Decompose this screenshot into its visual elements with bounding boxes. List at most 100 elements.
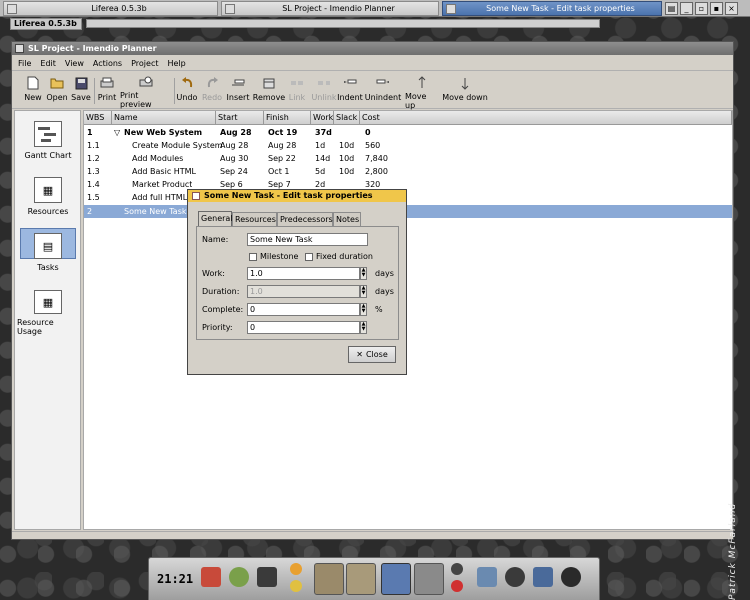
cell-finish: Sep 22: [268, 154, 296, 163]
printer-icon: [100, 76, 114, 90]
menu-project[interactable]: Project: [131, 59, 158, 68]
close-button[interactable]: ✕ Close: [348, 346, 396, 363]
undo-button[interactable]: Undo: [176, 76, 198, 108]
menu-file[interactable]: File: [18, 59, 31, 68]
column-header-slack[interactable]: Slack: [334, 111, 360, 125]
minimize-icon[interactable]: _: [680, 2, 693, 15]
priority-input[interactable]: 0: [247, 321, 360, 334]
fixed-duration-checkbox[interactable]: [305, 253, 313, 261]
complete-unit: %: [375, 305, 383, 314]
menu-view[interactable]: View: [65, 59, 84, 68]
menu-help[interactable]: Help: [167, 59, 185, 68]
drive-icon[interactable]: [257, 567, 277, 587]
table-row[interactable]: 1.2 Add Modules Aug 30 Sep 22 14d 10d 7,…: [84, 152, 732, 165]
cell-work: 5d: [315, 167, 326, 176]
tab-resources[interactable]: Resources: [232, 212, 277, 226]
workspace-1-icon[interactable]: [314, 563, 344, 595]
column-header-finish[interactable]: Finish: [264, 111, 311, 125]
workspace-3-icon[interactable]: [381, 563, 411, 595]
unlink-button[interactable]: Unlink: [311, 76, 337, 108]
work-spinner[interactable]: ▲ ▼: [360, 267, 367, 280]
insert-button[interactable]: Insert: [226, 76, 250, 108]
cell-finish: Oct 19: [268, 128, 298, 137]
move-up-button[interactable]: Move up: [405, 76, 439, 110]
work-unit: days: [375, 269, 394, 278]
helmet-icon[interactable]: [505, 567, 525, 587]
cell-wbs: 1: [87, 128, 93, 137]
column-header-cost[interactable]: Cost: [360, 111, 732, 125]
monitor-icon[interactable]: [477, 567, 497, 587]
undo-label: Undo: [176, 93, 198, 102]
table-row[interactable]: 2 Some New Task: [84, 205, 732, 218]
new-button[interactable]: New: [22, 76, 44, 108]
workspace-2-icon[interactable]: [346, 563, 376, 595]
work-input[interactable]: 1.0: [247, 267, 360, 280]
close-icon[interactable]: ×: [725, 2, 738, 15]
expander-icon[interactable]: ▽: [114, 126, 120, 139]
print-preview-button[interactable]: Print preview: [120, 76, 172, 109]
complete-spinner[interactable]: ▲ ▼: [360, 303, 367, 316]
resource-usage-icon: ▦: [34, 290, 62, 314]
print-label: Print: [97, 93, 117, 102]
sidebar-item-resources[interactable]: ▦ Resources: [17, 173, 79, 223]
stop-icon[interactable]: [451, 580, 463, 592]
unindent-button[interactable]: Unindent: [365, 76, 401, 108]
print-button[interactable]: Print: [97, 76, 117, 108]
cell-name: New Web System: [124, 128, 203, 137]
column-header-start[interactable]: Start: [216, 111, 264, 125]
milestone-checkbox[interactable]: [249, 253, 257, 261]
iconify-icon[interactable]: ▪: [710, 2, 723, 15]
table-row[interactable]: 1.5 Add full HTML s 000: [84, 191, 732, 204]
maximize-icon[interactable]: ▫: [695, 2, 708, 15]
liferea-window-bar[interactable]: Liferea 0.5.3b: [10, 18, 82, 30]
column-header-wbs[interactable]: WBS: [84, 111, 112, 125]
app-icon: [7, 3, 17, 14]
shade-icon[interactable]: ▤: [665, 2, 678, 15]
window-titlebar[interactable]: SL Project - Imendio Planner: [12, 42, 733, 55]
indent-button[interactable]: Indent: [337, 76, 363, 108]
clock: 21:21: [157, 572, 194, 586]
tab-general[interactable]: General: [198, 211, 233, 226]
view-sidebar: Gantt Chart ▦ Resources ▤ Tasks ▦ Resour…: [14, 110, 81, 530]
task-button-liferea[interactable]: Liferea 0.5.3b: [3, 1, 218, 16]
pin-icon[interactable]: [451, 563, 463, 575]
remove-button[interactable]: Remove: [253, 76, 285, 108]
sidebar-item-tasks[interactable]: ▤ Tasks: [17, 228, 79, 279]
dialog-titlebar[interactable]: Some New Task - Edit task properties: [188, 190, 406, 202]
table-row[interactable]: 1.4 Market Product Sep 6 Sep 7 2d 320: [84, 178, 732, 191]
duration-input[interactable]: 1.0: [247, 285, 360, 298]
network-icon[interactable]: [229, 567, 249, 587]
menu-actions[interactable]: Actions: [93, 59, 122, 68]
menu-edit[interactable]: Edit: [40, 59, 56, 68]
priority-spinner[interactable]: ▲ ▼: [360, 321, 367, 334]
sidebar-item-gantt-chart[interactable]: Gantt Chart: [17, 117, 79, 167]
redo-button[interactable]: Redo: [201, 76, 223, 108]
tab-notes[interactable]: Notes: [333, 212, 361, 226]
table-row[interactable]: 1 ▽ New Web System Aug 28 Oct 19 37d 0: [84, 126, 732, 139]
duration-spinner[interactable]: ▲ ▼: [360, 285, 367, 298]
sidebar-item-resource-usage[interactable]: ▦ Resource Usage: [17, 286, 79, 336]
table-row[interactable]: 1.1 Create Module System Aug 28 Aug 28 1…: [84, 139, 732, 152]
open-button[interactable]: Open: [45, 76, 69, 108]
settings-icon[interactable]: [561, 567, 581, 587]
table-row[interactable]: 1.3 Add Basic HTML Sep 24 Oct 1 5d 10d 2…: [84, 165, 732, 178]
save-button[interactable]: Save: [70, 76, 92, 108]
task-button-dialog[interactable]: Some New Task - Edit task properties: [442, 1, 662, 16]
info-icon[interactable]: [290, 580, 302, 592]
complete-input[interactable]: 0: [247, 303, 360, 316]
task-name-input[interactable]: Some New Task: [247, 233, 368, 246]
sidebar-label: Tasks: [37, 263, 59, 272]
column-header-work[interactable]: Work: [311, 111, 334, 125]
books-icon[interactable]: [201, 567, 221, 587]
tools-icon[interactable]: [533, 567, 553, 587]
firefox-icon[interactable]: [414, 563, 444, 595]
link-button[interactable]: Link: [286, 76, 308, 108]
move-down-button[interactable]: Move down: [442, 76, 488, 108]
name-label: Name:: [202, 235, 229, 244]
tab-predecessors[interactable]: Predecessors: [277, 212, 333, 226]
cell-work: 37d: [315, 128, 332, 137]
task-button-planner[interactable]: SL Project - Imendio Planner: [221, 1, 439, 16]
move-down-icon: [458, 76, 472, 90]
column-header-name[interactable]: Name: [112, 111, 216, 125]
gear-icon[interactable]: [290, 563, 302, 575]
